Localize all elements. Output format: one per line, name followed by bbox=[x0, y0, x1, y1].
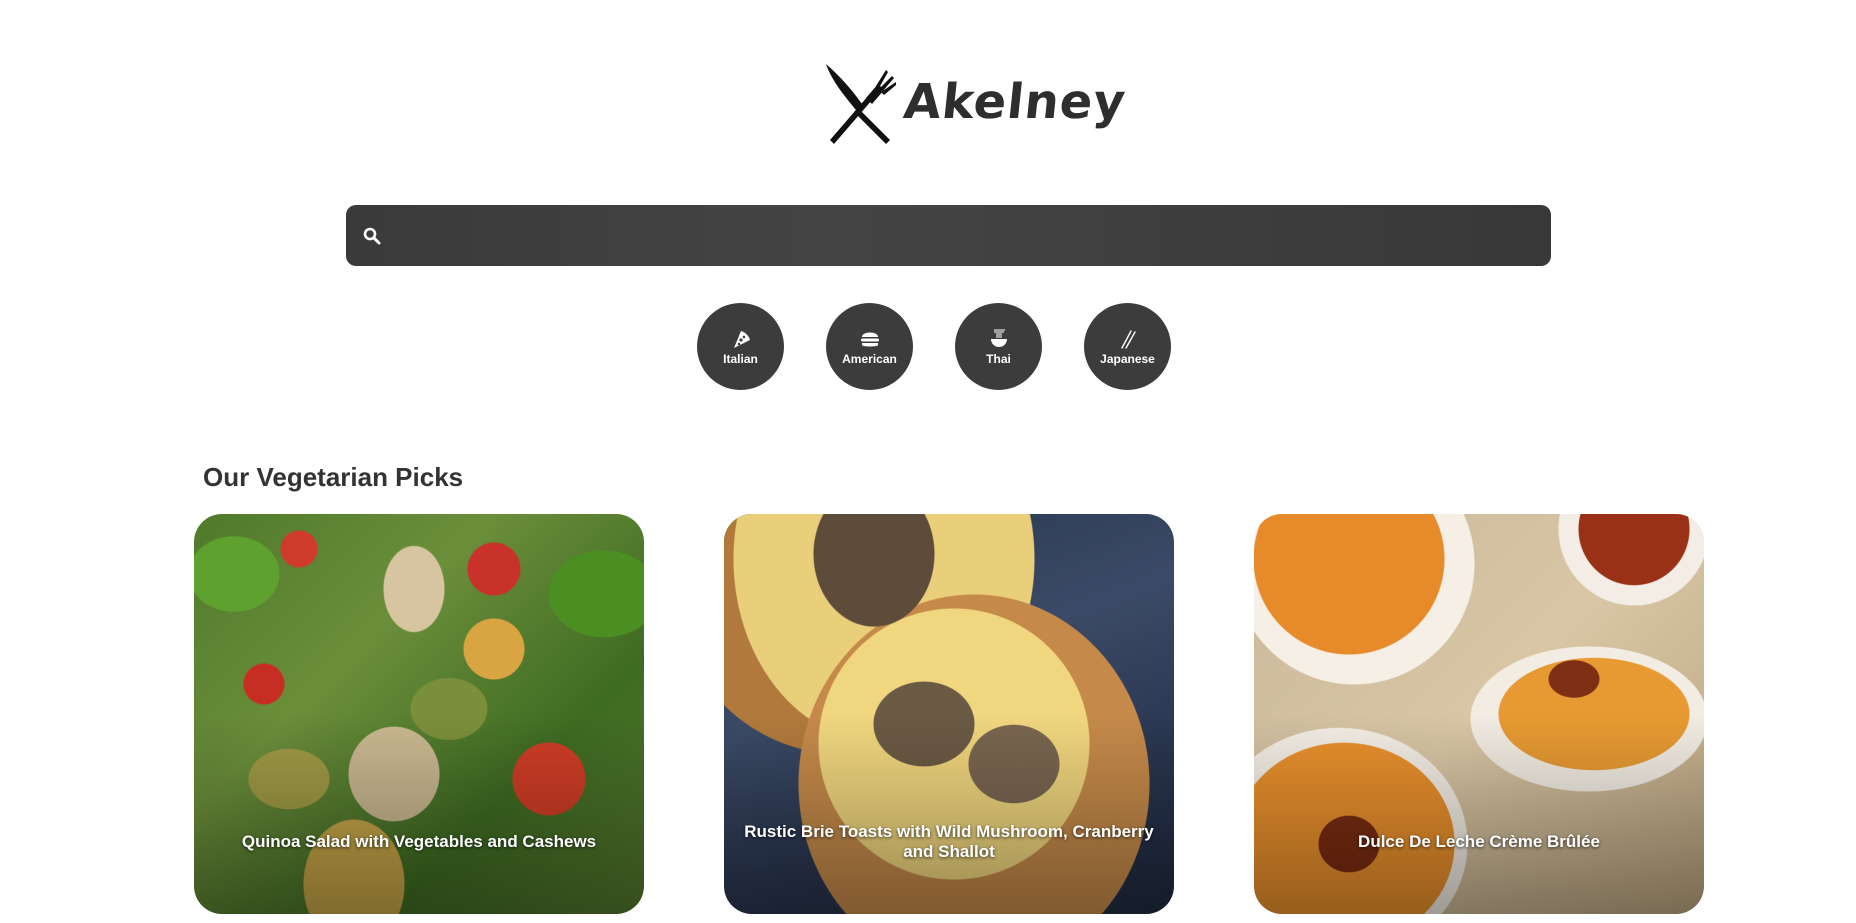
burger-icon bbox=[860, 332, 879, 346]
cuisine-button-thai[interactable]: Thai bbox=[955, 303, 1042, 390]
cuisine-label: Italian bbox=[723, 351, 758, 366]
cuisine-label: Japanese bbox=[1100, 351, 1155, 366]
cuisine-button-american[interactable]: American bbox=[826, 303, 913, 390]
brand-name: Akelney bbox=[901, 74, 1129, 130]
cuisine-label: American bbox=[842, 351, 897, 366]
search-bar[interactable] bbox=[346, 205, 1551, 266]
noodle-bowl-icon bbox=[990, 329, 1007, 347]
cuisine-button-italian[interactable]: Italian bbox=[697, 303, 784, 390]
recipe-title: Rustic Brie Toasts with Wild Mushroom, C… bbox=[744, 822, 1154, 861]
cuisine-label: Thai bbox=[986, 351, 1011, 366]
recipe-card[interactable]: Quinoa Salad with Vegetables and Cashews bbox=[194, 514, 644, 914]
section-title: Our Vegetarian Picks bbox=[203, 462, 464, 492]
search-input[interactable] bbox=[382, 205, 1551, 266]
recipe-title: Quinoa Salad with Vegetables and Cashews bbox=[241, 832, 597, 851]
knife-fork-icon bbox=[826, 64, 896, 144]
brand-logo[interactable]: Akelney bbox=[820, 60, 1129, 144]
cuisine-filters: Italian American Thai Japanese bbox=[697, 303, 1171, 390]
recipe-card[interactable]: Rustic Brie Toasts with Wild Mushroom, C… bbox=[724, 514, 1174, 914]
recipe-title: Dulce De Leche Crème Brûlée bbox=[1358, 832, 1600, 851]
search-icon[interactable] bbox=[362, 226, 382, 246]
cuisine-button-japanese[interactable]: Japanese bbox=[1084, 303, 1171, 390]
pizza-icon bbox=[733, 330, 750, 348]
recipe-card-list: Quinoa Salad with Vegetables and Cashews… bbox=[194, 514, 1704, 914]
chopsticks-icon bbox=[1120, 329, 1136, 349]
recipe-card[interactable]: Dulce De Leche Crème Brûlée bbox=[1254, 514, 1704, 914]
